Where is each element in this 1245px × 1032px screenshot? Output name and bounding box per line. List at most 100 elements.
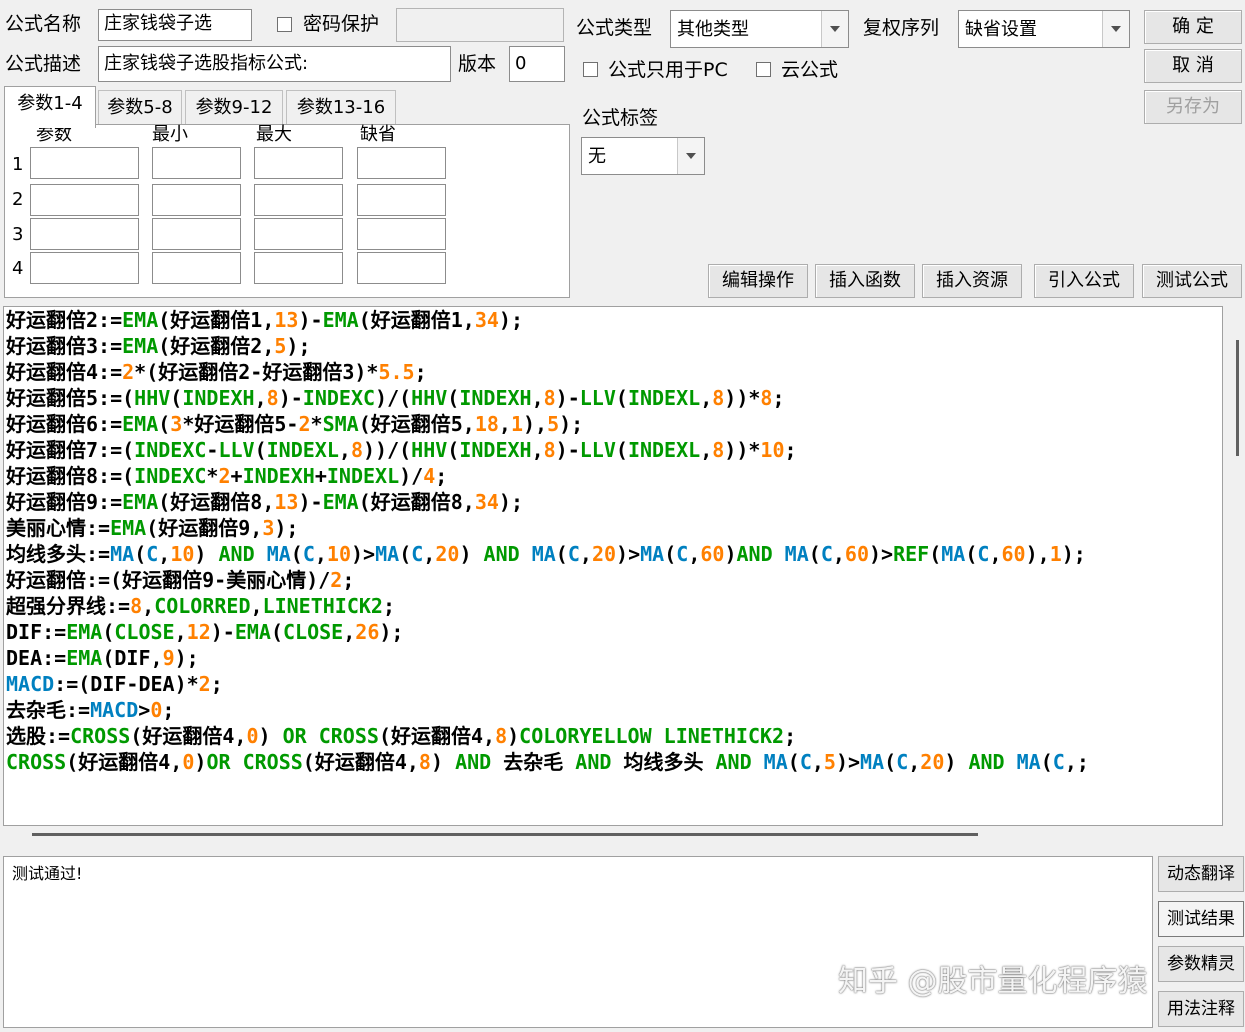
code-token: AND xyxy=(968,750,1005,774)
version-input[interactable]: 0 xyxy=(509,46,565,82)
code-token: 好运翻倍2:= xyxy=(6,308,123,332)
param-wizard-button[interactable]: 参数精灵 xyxy=(1158,946,1244,982)
param-2-min-input[interactable] xyxy=(152,184,241,216)
code-token: AND xyxy=(575,750,612,774)
insert-resource-button[interactable]: 插入资源 xyxy=(922,264,1022,298)
param-1-name-input[interactable] xyxy=(30,147,139,179)
save-as-button[interactable]: 另存为 xyxy=(1144,90,1242,124)
import-formula-button[interactable]: 引入公式 xyxy=(1034,264,1134,298)
code-token: CROSS xyxy=(70,724,131,748)
param-col-default: 缺省 xyxy=(360,124,396,145)
param-3-name-input[interactable] xyxy=(30,218,139,250)
code-token: ; xyxy=(382,594,396,618)
formula-name-input[interactable]: 庄家钱袋子选 xyxy=(98,9,252,41)
param-3-default-input[interactable] xyxy=(357,218,446,250)
code-token: EMA xyxy=(234,620,271,644)
code-token: EMA xyxy=(322,308,359,332)
chevron-down-icon[interactable] xyxy=(677,138,704,174)
editor-vertical-scrollbar[interactable] xyxy=(1223,306,1243,826)
code-token: 均线多头 xyxy=(611,750,716,774)
param-4-max-input[interactable] xyxy=(254,252,343,284)
param-4-min-input[interactable] xyxy=(152,252,241,284)
editor-horizontal-scroll-thumb[interactable] xyxy=(32,833,978,836)
code-token: (好运翻倍1, xyxy=(158,308,275,332)
param-1-min-input[interactable] xyxy=(152,147,241,179)
code-token: MA xyxy=(531,542,556,566)
code-token: SMA xyxy=(322,412,359,436)
code-token: ( xyxy=(1040,750,1053,774)
code-token: MACD xyxy=(6,672,55,696)
code-token: ) xyxy=(430,750,456,774)
code-token: CLOSE xyxy=(114,620,175,644)
code-token: MA xyxy=(941,542,966,566)
param-4-default-input[interactable] xyxy=(357,252,446,284)
version-label: 版本 xyxy=(458,53,497,75)
cancel-button[interactable]: 取 消 xyxy=(1144,49,1242,83)
rights-select[interactable]: 缺省设置 xyxy=(958,10,1130,48)
ok-button[interactable]: 确 定 xyxy=(1144,10,1242,44)
code-line: CROSS(好运翻倍4,0)OR CROSS(好运翻倍4,8) AND 去杂毛 … xyxy=(6,749,1089,775)
tab-params-5-8[interactable]: 参数5-8 xyxy=(98,90,182,124)
edit-ops-button[interactable]: 编辑操作 xyxy=(708,264,808,298)
param-4-name-input[interactable] xyxy=(30,252,139,284)
code-token: ); xyxy=(498,490,523,514)
code-token: ))/( xyxy=(362,438,412,462)
password-input[interactable] xyxy=(396,8,564,42)
code-token: 8 xyxy=(418,750,431,774)
pc-only-checkbox[interactable] xyxy=(583,62,598,77)
code-token: C xyxy=(411,542,424,566)
code-token: 0 xyxy=(150,698,163,722)
code-token: AND xyxy=(736,542,773,566)
insert-function-button[interactable]: 插入函数 xyxy=(815,264,915,298)
code-token: AND xyxy=(483,542,520,566)
editor-horizontal-scrollbar[interactable] xyxy=(3,826,1223,848)
chevron-down-icon[interactable] xyxy=(821,11,848,47)
code-token: , xyxy=(832,542,845,566)
cloud-checkbox[interactable] xyxy=(756,62,771,77)
formula-desc-input[interactable]: 庄家钱袋子选股指标公式: xyxy=(98,46,451,82)
tab-params-1-4[interactable]: 参数1-4 xyxy=(4,86,96,128)
code-token: )- xyxy=(298,490,323,514)
editor-vertical-scroll-thumb[interactable] xyxy=(1236,340,1239,456)
param-3-max-input[interactable] xyxy=(254,218,343,250)
tab-params-13-16[interactable]: 参数13-16 xyxy=(286,90,396,124)
code-token: CLOSE xyxy=(283,620,344,644)
chevron-down-icon[interactable] xyxy=(1102,11,1129,47)
param-2-default-input[interactable] xyxy=(357,184,446,216)
password-label: 密码保护 xyxy=(303,13,380,35)
password-checkbox[interactable] xyxy=(277,17,292,32)
code-token: , xyxy=(142,594,155,618)
param-2-max-input[interactable] xyxy=(254,184,343,216)
code-token: EMA xyxy=(122,412,159,436)
code-token: MA xyxy=(110,542,135,566)
code-token: CROSS xyxy=(6,750,67,774)
code-token: 34 xyxy=(474,490,499,514)
code-token: ( xyxy=(158,412,171,436)
code-token: , xyxy=(338,438,351,462)
formula-type-select[interactable]: 其他类型 xyxy=(670,10,849,48)
formula-editor[interactable]: 好运翻倍2:=EMA(好运翻倍1,13)-EMA(好运翻倍1,34); 好运翻倍3… xyxy=(3,306,1223,826)
code-token: )/( xyxy=(375,386,412,410)
param-1-max-input[interactable] xyxy=(254,147,343,179)
code-token: , xyxy=(579,542,592,566)
usage-notes-button[interactable]: 用法注释 xyxy=(1158,991,1244,1027)
test-formula-button[interactable]: 测试公式 xyxy=(1142,264,1242,298)
formula-tag-select[interactable]: 无 xyxy=(581,137,705,175)
param-3-min-input[interactable] xyxy=(152,218,241,250)
dynamic-translate-button[interactable]: 动态翻译 xyxy=(1158,856,1244,892)
code-token: 超强分界线:= xyxy=(6,594,131,618)
code-token: 5 xyxy=(274,334,287,358)
code-token: 美丽心情:= xyxy=(6,516,111,540)
code-token: + xyxy=(314,464,327,488)
code-token: 13 xyxy=(274,490,299,514)
code-token: EMA xyxy=(322,490,359,514)
param-1-default-input[interactable] xyxy=(357,147,446,179)
code-token: + xyxy=(230,464,243,488)
code-token: )- xyxy=(298,308,323,332)
param-2-name-input[interactable] xyxy=(30,184,139,216)
code-token: :=(DIF-DEA)* xyxy=(54,672,199,696)
tab-params-9-12[interactable]: 参数9-12 xyxy=(185,90,283,124)
code-token: 13 xyxy=(274,308,299,332)
code-token: )> xyxy=(835,750,861,774)
test-result-button[interactable]: 测试结果 xyxy=(1158,901,1244,937)
